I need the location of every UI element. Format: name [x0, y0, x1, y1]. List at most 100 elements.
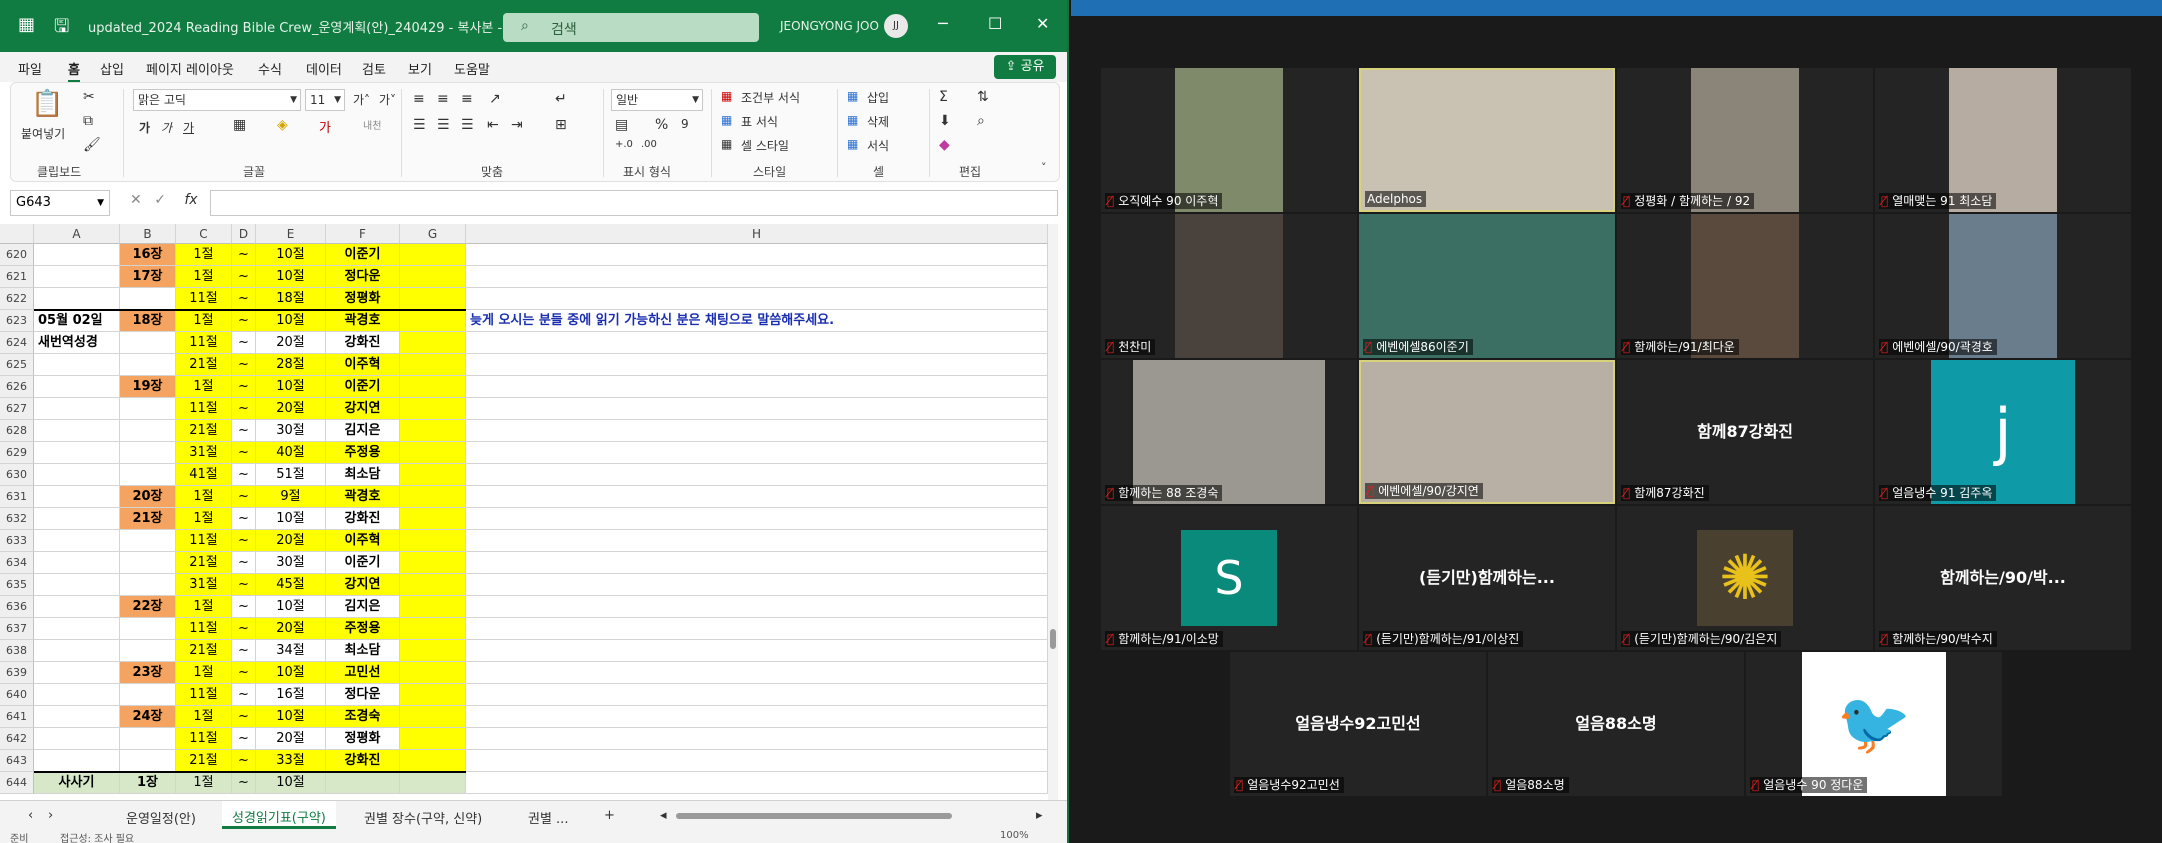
table-cell[interactable]: 10절 — [256, 772, 326, 794]
table-cell[interactable] — [466, 728, 1048, 750]
table-cell[interactable]: 17장 — [120, 266, 176, 288]
table-cell[interactable]: 21절 — [176, 552, 232, 574]
participant-tile[interactable]: 함께87강화진 🎙̸ 함께87강화진 — [1617, 360, 1873, 504]
participant-tile[interactable]: S 🎙̸ 함께하는/91/이소망 — [1101, 506, 1357, 650]
table-cell[interactable]: ~ — [232, 420, 256, 442]
row-header[interactable]: 628 — [0, 420, 34, 442]
table-cell[interactable]: 11절 — [176, 684, 232, 706]
font-color-icon[interactable]: 가 — [319, 117, 331, 136]
table-cell[interactable] — [400, 310, 466, 332]
table-cell[interactable]: 10절 — [256, 310, 326, 332]
table-cell[interactable]: 이주혁 — [326, 354, 400, 376]
share-button[interactable]: ⇪ 공유 — [994, 55, 1056, 79]
horizontal-scrollbar[interactable] — [676, 813, 952, 819]
row-header[interactable]: 632 — [0, 508, 34, 530]
table-cell[interactable]: 20절 — [256, 728, 326, 750]
table-cell[interactable]: 10절 — [256, 706, 326, 728]
table-cell[interactable] — [120, 420, 176, 442]
table-cell[interactable]: ~ — [232, 596, 256, 618]
row-header[interactable]: 641 — [0, 706, 34, 728]
table-cell[interactable] — [466, 332, 1048, 354]
table-cell[interactable] — [400, 354, 466, 376]
comma-style-icon[interactable]: 9 — [681, 117, 689, 131]
table-cell[interactable]: ~ — [232, 376, 256, 398]
tab-help[interactable]: 도움말 — [454, 59, 490, 78]
table-cell[interactable]: 10절 — [256, 662, 326, 684]
sheet-tab-chapter-counts[interactable]: 권별 장수(구약, 신약) — [364, 808, 482, 827]
table-cell[interactable] — [466, 772, 1048, 794]
scroll-thumb[interactable] — [1050, 629, 1056, 649]
table-cell[interactable]: ~ — [232, 662, 256, 684]
row-header[interactable]: 640 — [0, 684, 34, 706]
table-cell[interactable]: 21절 — [176, 420, 232, 442]
table-cell[interactable]: ~ — [232, 552, 256, 574]
table-cell[interactable] — [34, 728, 120, 750]
table-cell[interactable]: 주정용 — [326, 442, 400, 464]
table-cell[interactable]: ~ — [232, 266, 256, 288]
row-header[interactable]: 644 — [0, 772, 34, 794]
fill-color-icon[interactable]: ◈ — [277, 117, 288, 133]
table-cell[interactable]: 11절 — [176, 398, 232, 420]
table-cell[interactable]: 30절 — [256, 420, 326, 442]
table-cell[interactable] — [466, 442, 1048, 464]
table-cell[interactable]: 정평화 — [326, 288, 400, 310]
table-cell[interactable] — [34, 530, 120, 552]
table-cell[interactable] — [34, 662, 120, 684]
format-as-table-button[interactable]: 표 서식 — [741, 113, 778, 130]
column-header[interactable]: F — [326, 224, 400, 244]
participant-tile[interactable]: 🎙̸ 함께하는 88 조경숙 — [1101, 360, 1357, 504]
confirm-icon[interactable]: ✓ — [154, 192, 166, 208]
participant-tile[interactable]: (듣기만)함께하는... 🎙̸ (듣기만)함께하는/91/이상진 — [1359, 506, 1615, 650]
row-header[interactable]: 625 — [0, 354, 34, 376]
table-cell[interactable] — [120, 728, 176, 750]
table-cell[interactable] — [466, 266, 1048, 288]
table-cell[interactable] — [400, 596, 466, 618]
row-header[interactable]: 622 — [0, 288, 34, 310]
table-cell[interactable] — [466, 354, 1048, 376]
table-cell[interactable]: ~ — [232, 706, 256, 728]
tab-file[interactable]: 파일 — [18, 59, 42, 78]
table-cell[interactable]: 19장 — [120, 376, 176, 398]
tab-data[interactable]: 데이터 — [306, 59, 342, 78]
table-cell[interactable]: 20장 — [120, 486, 176, 508]
collapse-ribbon-icon[interactable]: ˅ — [1041, 161, 1047, 174]
table-cell[interactable] — [400, 618, 466, 640]
participant-tile[interactable]: 🎙̸ 열매맺는 91 최소담 — [1875, 68, 2131, 212]
table-cell[interactable]: ~ — [232, 750, 256, 772]
row-header[interactable]: 636 — [0, 596, 34, 618]
participant-tile[interactable]: 🎙̸ 에벤에셀/90/강지연 — [1359, 360, 1615, 504]
spreadsheet-grid[interactable]: ABCDEFGH62016장1절~10절이준기~10절이준기1절62117장1절… — [0, 224, 1058, 800]
table-cell[interactable] — [34, 596, 120, 618]
table-cell[interactable]: 11절 — [176, 288, 232, 310]
table-cell[interactable]: 28절 — [256, 354, 326, 376]
table-cell[interactable] — [400, 530, 466, 552]
select-all-corner[interactable] — [0, 224, 34, 244]
table-cell[interactable] — [466, 662, 1048, 684]
table-cell[interactable]: 조경숙 — [326, 706, 400, 728]
participant-tile[interactable]: 얼음냉수92고민선 🎙̸ 얼음냉수92고민선 — [1230, 652, 1486, 796]
table-cell[interactable]: 05월 02일 — [34, 310, 120, 332]
table-cell[interactable] — [466, 376, 1048, 398]
table-cell[interactable] — [400, 266, 466, 288]
row-header[interactable]: 630 — [0, 464, 34, 486]
table-cell[interactable]: 정다운 — [326, 684, 400, 706]
table-cell[interactable] — [34, 706, 120, 728]
table-cell[interactable]: ~ — [232, 728, 256, 750]
table-cell[interactable]: 1장 — [120, 772, 176, 794]
decrease-font-icon[interactable]: 가˅ — [379, 91, 396, 108]
column-header[interactable]: G — [400, 224, 466, 244]
table-cell[interactable]: 10절 — [256, 244, 326, 266]
column-header[interactable]: C — [176, 224, 232, 244]
table-cell[interactable] — [34, 684, 120, 706]
table-cell[interactable]: 정평화 — [326, 728, 400, 750]
participant-tile[interactable]: 🎙̸ 함께하는/91/최다운 — [1617, 214, 1873, 358]
add-sheet-icon[interactable]: + — [604, 808, 615, 823]
table-cell[interactable]: ~ — [232, 618, 256, 640]
table-cell[interactable] — [120, 750, 176, 772]
table-cell[interactable]: ~ — [232, 464, 256, 486]
zoom-level[interactable]: 100% — [1000, 830, 1029, 841]
table-cell[interactable] — [466, 618, 1048, 640]
sheet-tab-schedule[interactable]: 운영일정(안) — [126, 808, 196, 827]
sort-filter-icon[interactable]: ⇅ — [977, 89, 989, 105]
row-header[interactable]: 624 — [0, 332, 34, 354]
